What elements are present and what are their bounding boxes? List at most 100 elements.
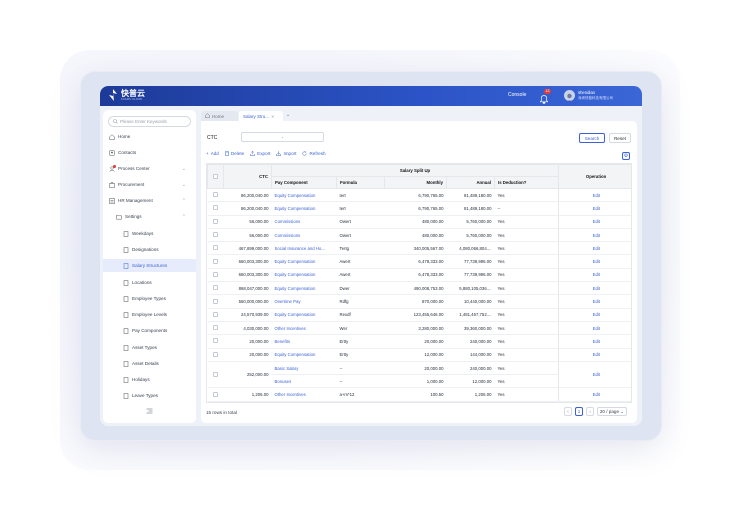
delete-button[interactable]: Delete (224, 151, 244, 156)
row-checkbox[interactable] (207, 294, 224, 309)
cell-pay-component-link[interactable]: Social Insurance and Ho... (271, 241, 337, 256)
home-icon (109, 133, 115, 140)
avatar[interactable] (564, 90, 575, 101)
cell-annual: 1,206.00 (446, 387, 495, 402)
sidebar-item-leave-types[interactable]: Leave Types (103, 389, 196, 402)
page-number-button[interactable]: 1 (575, 407, 583, 416)
column-header-annual[interactable]: Annual (446, 176, 495, 189)
search-button[interactable]: Search (579, 133, 605, 143)
sidebar-item-locations[interactable]: Locations (103, 276, 196, 289)
cell-pay-component-link[interactable]: Overtime Pay (271, 294, 337, 309)
table-toolbar: + Add Delete Export Import Refresh (206, 151, 326, 156)
row-checkbox[interactable] (207, 268, 224, 283)
tab-home[interactable]: Home (201, 111, 238, 121)
brand-logo[interactable]: 快普云 KUAIPU CLOUD (108, 89, 145, 101)
sidebar-item-asset-types[interactable]: Asset Types (103, 341, 196, 354)
refresh-button[interactable]: Refresh (302, 151, 326, 156)
column-header-formula[interactable]: Formula (336, 176, 385, 189)
row-checkbox[interactable] (207, 334, 224, 349)
column-header-pay-component[interactable]: Pay Component (271, 176, 337, 189)
next-page-button[interactable]: › (586, 407, 594, 416)
cell-pay-component-link[interactable]: Other Incentives (271, 321, 337, 336)
cell-pay-component-link[interactable]: Benefits (271, 334, 337, 349)
edit-link[interactable]: Edit (558, 228, 631, 243)
cell-monthly: 6,478,333.00 (384, 268, 447, 283)
column-header-monthly[interactable]: Monthly (384, 176, 447, 189)
cell-pay-component-link[interactable]: Basic Salary (271, 361, 337, 376)
sidebar-item-employee-levels[interactable]: Employee Levels (103, 308, 196, 321)
cell-pay-component-link[interactable]: Equity Compensation (271, 201, 337, 216)
reset-button[interactable]: Reset (609, 133, 631, 143)
column-header-is-deduction[interactable]: Is Deduction? (493, 176, 560, 189)
sidebar-item-procurement[interactable]: Procurement ⌄ (103, 178, 196, 191)
cell-pay-component-link[interactable]: Equity Compensation (271, 348, 337, 362)
sidebar-item-weekdays[interactable]: Weekdays (103, 227, 196, 240)
sidebar-item-contacts[interactable]: Contacts (103, 146, 196, 159)
edit-link[interactable]: Edit (558, 334, 631, 349)
row-checkbox[interactable] (207, 308, 224, 322)
edit-link[interactable]: Edit (558, 254, 631, 269)
cell-formula: Ertty (336, 348, 385, 362)
cell-pay-component-link[interactable]: Commissions (271, 215, 337, 229)
collapse-sidebar-icon[interactable] (146, 408, 153, 416)
edit-link[interactable]: Edit (558, 201, 631, 216)
edit-link[interactable]: Edit (558, 281, 631, 296)
row-checkbox[interactable] (207, 281, 224, 296)
export-button[interactable]: Export (250, 151, 270, 156)
column-settings-icon[interactable]: ⚙ (622, 152, 630, 160)
cell-annual: 81,489,180.00 (446, 188, 495, 203)
edit-link[interactable]: Edit (558, 241, 631, 256)
row-checkbox[interactable] (207, 215, 224, 229)
row-checkbox[interactable] (207, 228, 224, 243)
cell-pay-component-link[interactable]: Commissions (271, 228, 337, 243)
sidebar-item-pay-components[interactable]: Pay Components (103, 324, 196, 337)
row-checkbox[interactable] (207, 348, 224, 362)
edit-link[interactable]: Edit (558, 268, 631, 283)
console-link[interactable]: Console (508, 92, 526, 98)
row-checkbox[interactable] (207, 254, 224, 269)
sidebar-item-home[interactable]: Home (103, 130, 196, 143)
tab-salary-structures[interactable]: Salary Stru... ✕ (239, 111, 283, 121)
row-checkbox[interactable] (207, 387, 224, 402)
column-header-ctc[interactable]: CTC (223, 164, 272, 189)
cell-pay-component-link[interactable]: Equity Compensation (271, 268, 337, 283)
sidebar-item-salary-structures[interactable]: Salary Structures (103, 259, 196, 272)
chevron-down-icon[interactable]: ⌄ (286, 112, 290, 118)
edit-link[interactable]: Edit (558, 321, 631, 336)
plus-icon: + (206, 151, 209, 156)
cell-pay-component-link[interactable]: Equity Compensation (271, 308, 337, 322)
select-all-checkbox[interactable] (207, 164, 224, 189)
row-checkbox[interactable] (207, 241, 224, 256)
sidebar-search-input[interactable]: Please Enter Keywords (108, 116, 191, 127)
cell-pay-component-link[interactable]: Equity Compensation (271, 254, 337, 269)
edit-link[interactable]: Edit (558, 387, 631, 402)
cell-pay-component-link[interactable]: Equity Compensation (271, 188, 337, 203)
sidebar-item-hr-management[interactable]: HR Management ⌃ (103, 194, 196, 207)
close-icon[interactable]: ✕ (271, 114, 274, 119)
edit-link[interactable]: Edit (558, 308, 631, 322)
row-checkbox[interactable] (207, 188, 224, 203)
import-button[interactable]: Import (276, 151, 296, 156)
cell-pay-component-link[interactable]: Other Incentives (271, 387, 337, 402)
sidebar-item-employee-types[interactable]: Employee Types (103, 292, 196, 305)
cell-monthly: 20,000.00 (384, 361, 447, 376)
sidebar-item-process-center[interactable]: Process Center ⌄ (103, 162, 196, 175)
cell-pay-component-link[interactable]: Equity Compensation (271, 281, 337, 296)
edit-link[interactable]: Edit (558, 361, 631, 389)
ctc-filter-input[interactable]: - (241, 132, 324, 142)
page-size-select[interactable]: 20 / page ⌄ (597, 407, 627, 416)
edit-link[interactable]: Edit (558, 348, 631, 362)
sidebar-item-asset-details[interactable]: Asset Details (103, 357, 196, 370)
edit-link[interactable]: Edit (558, 215, 631, 229)
sidebar-item-designations[interactable]: Designations (103, 243, 196, 256)
sidebar-item-holidays[interactable]: Holidays (103, 373, 196, 386)
row-checkbox[interactable] (207, 201, 224, 216)
prev-page-button[interactable]: ‹ (564, 407, 572, 416)
row-checkbox[interactable] (207, 361, 224, 389)
sidebar-item-settings[interactable]: Settings ⌃ (103, 210, 196, 223)
add-button[interactable]: + Add (206, 151, 219, 156)
edit-link[interactable]: Edit (558, 294, 631, 309)
cell-pay-component-link[interactable]: Bonuses (271, 374, 337, 389)
edit-link[interactable]: Edit (558, 188, 631, 203)
row-checkbox[interactable] (207, 321, 224, 336)
